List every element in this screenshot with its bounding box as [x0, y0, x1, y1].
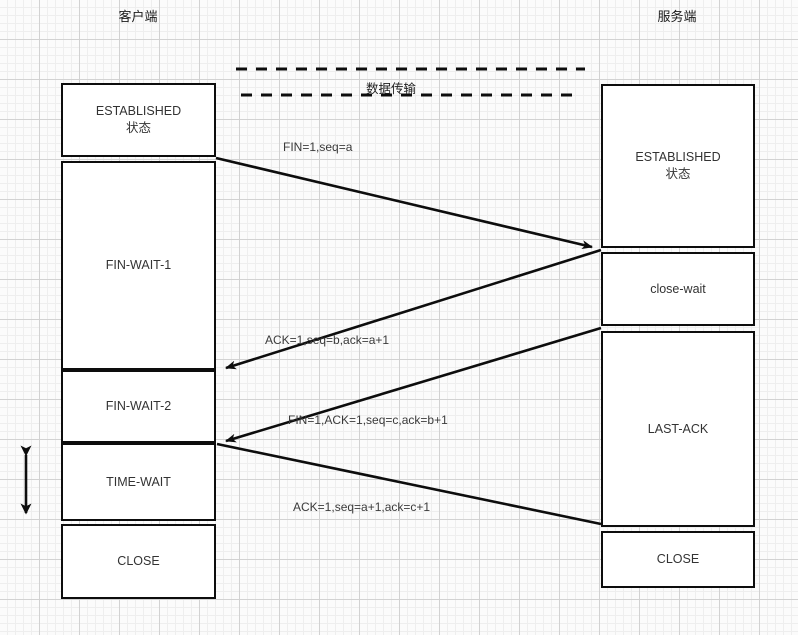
server-state-last-ack-label: LAST-ACK: [647, 421, 709, 436]
arrow-ack-server-to-client: [225, 248, 602, 370]
client-state-established-label: ESTABLISHED 状态: [95, 104, 182, 135]
client-state-time-wait-label: TIME-WAIT: [106, 474, 171, 489]
arrow-fin-client-to-server: [215, 156, 593, 250]
server-state-close-wait[interactable]: close-wait: [601, 252, 755, 326]
client-state-time-wait[interactable]: TIME-WAIT: [61, 443, 216, 521]
diagram-canvas: 客户端 服务端 数据传输 ESTABLISHED 状态 FIN-WAIT-1 F…: [0, 0, 798, 635]
server-state-established-label: ESTABLISHED 状态: [635, 150, 721, 181]
client-state-close[interactable]: CLOSE: [61, 524, 216, 599]
server-state-close[interactable]: CLOSE: [601, 531, 755, 588]
client-state-fin-wait-1[interactable]: FIN-WAIT-1: [61, 161, 216, 370]
server-state-last-ack[interactable]: LAST-ACK: [601, 331, 755, 527]
client-state-fin-wait-1-label: FIN-WAIT-1: [105, 258, 172, 273]
server-state-close-wait-label: close-wait: [650, 281, 706, 296]
server-state-established[interactable]: ESTABLISHED 状态: [601, 84, 755, 248]
server-state-close-label: CLOSE: [656, 552, 700, 567]
client-state-close-label: CLOSE: [117, 554, 160, 569]
client-state-fin-wait-2-label: FIN-WAIT-2: [105, 399, 172, 414]
message-label-final-ack: ACK=1,seq=a+1,ack=c+1: [293, 500, 431, 514]
message-label-fin: FIN=1,seq=a: [283, 140, 353, 154]
client-state-fin-wait-2[interactable]: FIN-WAIT-2: [61, 370, 216, 443]
message-label-fin-ack: FIN=1,ACK=1,seq=c,ack=b+1: [288, 413, 448, 427]
data-transfer-label: 数据传输: [366, 82, 417, 96]
message-label-ack: ACK=1,seq=b,ack=a+1: [265, 333, 390, 347]
client-state-established[interactable]: ESTABLISHED 状态: [61, 83, 216, 157]
client-column-title: 客户端: [118, 9, 158, 24]
server-column-title: 服务端: [657, 9, 697, 24]
